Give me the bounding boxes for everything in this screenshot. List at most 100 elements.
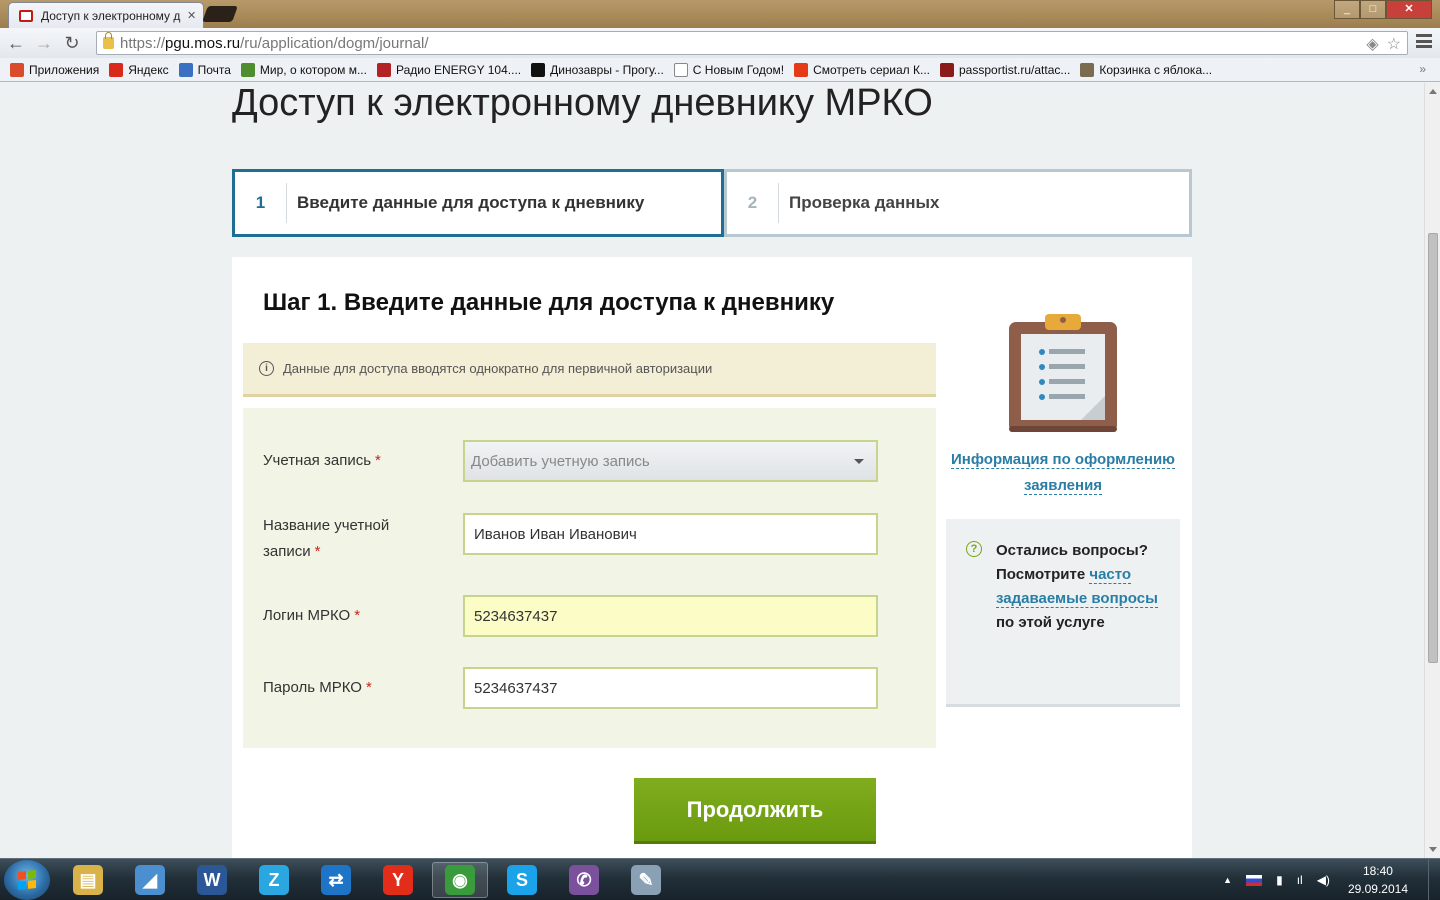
reload-button[interactable]: ↻ [60,31,84,55]
yandex-icon [109,62,124,77]
url-host: pgu.mos.ru [165,34,241,52]
clock[interactable]: 18:40 29.09.2014 [1348,862,1408,898]
step-label: Проверка данных [789,193,940,212]
page-viewport: Доступ к электронному дневнику МРКО 1 Вв… [0,83,1424,858]
explorer-icon: ▤ [73,865,103,895]
mail-icon [178,62,193,77]
taskbar-item[interactable]: ◉ [432,862,488,898]
bookmark-label: С Новым Годом! [692,62,785,77]
bookmark-item[interactable]: Почта [178,62,231,77]
page-scrollbar[interactable] [1424,83,1440,858]
bookmark-item[interactable]: Яндекс [109,62,169,77]
network-icon[interactable]: ▮ [1276,873,1283,887]
bookmark-item[interactable]: Смотреть сериал К... [794,62,930,77]
minimize-button[interactable]: _ [1334,0,1360,19]
step-2-tab[interactable]: 2 Проверка данных [724,169,1192,237]
form-card: Шаг 1. Введите данные для доступа к днев… [232,257,1192,858]
faq-text-end: по этой услуге [996,614,1105,631]
application-info-link[interactable]: Информация по оформлению заявления [951,451,1175,495]
volume-icon[interactable]: ◀) [1317,873,1330,887]
info-notice: i Данные для доступа вводятся однократно… [243,343,936,397]
bookmark-label: Приложения [29,62,100,77]
bookmark-item[interactable]: Мир, о котором м... [240,62,367,77]
taskbar-item[interactable]: W [184,862,240,898]
account-name-label: Название учетной записи * [263,513,389,565]
tab-title: Доступ к электронному д [41,8,181,23]
required-mark: * [354,607,361,624]
bookmark-item[interactable]: Корзинка с яблока... [1080,62,1213,77]
language-flag-icon[interactable]: RU [1246,874,1263,886]
taskbar-item[interactable]: S [494,862,550,898]
bookmark-item[interactable]: Приложения [10,62,100,77]
bookmark-item[interactable]: Динозавры - Прогу... [531,62,664,77]
signal-icon[interactable]: ıl [1297,873,1303,887]
browser-menu-icon[interactable] [1416,34,1432,48]
taskbar-item[interactable]: Y [370,862,426,898]
window-controls: _ □ ✕ [1334,0,1432,19]
taskbar-item[interactable]: ✆ [556,862,612,898]
start-button[interactable] [4,860,50,900]
password-input[interactable]: 5234637437 [463,667,878,709]
forward-button[interactable]: → [32,31,56,55]
info-icon: i [259,361,274,376]
taskbar-item[interactable]: ◢ [122,862,178,898]
scroll-down-icon[interactable] [1429,847,1437,852]
bookmark-label: Радио ENERGY 104.... [395,62,522,77]
password-label: Пароль МРКО * [263,675,372,701]
close-window-button[interactable]: ✕ [1386,0,1432,19]
label-text-line1: Название учетной [263,517,390,534]
basket-icon [1080,62,1095,77]
select-value: Добавить учетную запись [471,452,650,470]
address-bar[interactable]: https:// pgu.mos.ru /ru/application/dogm… [96,31,1408,55]
step-number: 1 [235,183,287,223]
page-title: Доступ к электронному дневнику МРКО [232,83,933,124]
faq-box: ? Остались вопросы? Посмотрите часто зад… [946,519,1180,707]
required-mark: * [314,543,321,560]
chrome-icon: ◉ [445,865,475,895]
bookmark-item[interactable]: passportist.ru/attac... [940,62,1071,77]
site-favicon-icon [19,9,33,22]
taskbar-item[interactable]: ⇄ [308,862,364,898]
label-text-line2: записи [263,543,311,560]
page-icon [673,62,688,77]
tab-close-icon[interactable]: ✕ [187,9,196,22]
bookmark-star-icon[interactable]: ☆ [1387,34,1401,54]
back-button[interactable]: ← [4,31,28,55]
taskbar-item[interactable]: Z [246,862,302,898]
step-1-tab[interactable]: 1 Введите данные для доступа к дневнику [232,169,724,237]
scroll-thumb[interactable] [1428,233,1438,663]
tray-expand-icon[interactable]: ▲ [1223,875,1232,885]
zoner-icon: Z [259,865,289,895]
url-protocol: https:// [120,34,166,52]
step-label: Введите данные для доступа к дневнику [297,193,645,212]
show-desktop-button[interactable] [1428,859,1440,900]
bookmarks-overflow-icon[interactable]: » [1419,62,1426,76]
required-mark: * [365,679,372,696]
world-icon [240,62,255,77]
taskbar-item[interactable]: ▤ [60,862,116,898]
windows-logo-icon [18,870,36,890]
system-tray: ▲ RU ▮ ıl ◀) 18:40 29.09.2014 [1223,859,1440,900]
steps-progress: 1 Введите данные для доступа к дневнику … [232,169,1192,237]
teamviewer-icon: ⇄ [321,865,351,895]
maximize-button[interactable]: □ [1360,0,1386,19]
bookmark-label: Корзинка с яблока... [1099,62,1213,77]
window-titlebar: Доступ к электронному д ✕ _ □ ✕ [0,0,1440,28]
account-select[interactable]: Добавить учетную запись [463,440,878,482]
new-tab-button[interactable] [202,6,238,22]
bookmark-item[interactable]: С Новым Годом! [673,62,785,77]
question-icon: ? [966,541,982,557]
ctc-icon [794,62,809,77]
bookmark-label: passportist.ru/attac... [959,62,1071,77]
bookmarks-bar: Приложения Яндекс Почта Мир, о котором м...… [0,58,1440,82]
account-name-input[interactable]: Иванов Иван Иванович [463,513,878,555]
browser-tab[interactable]: Доступ к электронному д ✕ [8,2,204,28]
step-number: 2 [727,183,779,223]
continue-button[interactable]: Продолжить [634,778,876,844]
taskbar-item[interactable]: ✎ [618,862,674,898]
scroll-up-icon[interactable] [1429,89,1437,94]
bookmark-item[interactable]: Радио ENERGY 104.... [376,62,522,77]
shield-icon[interactable]: ◈ [1366,34,1378,54]
skype-icon: S [507,865,537,895]
login-input[interactable]: 5234637437 [463,595,878,637]
